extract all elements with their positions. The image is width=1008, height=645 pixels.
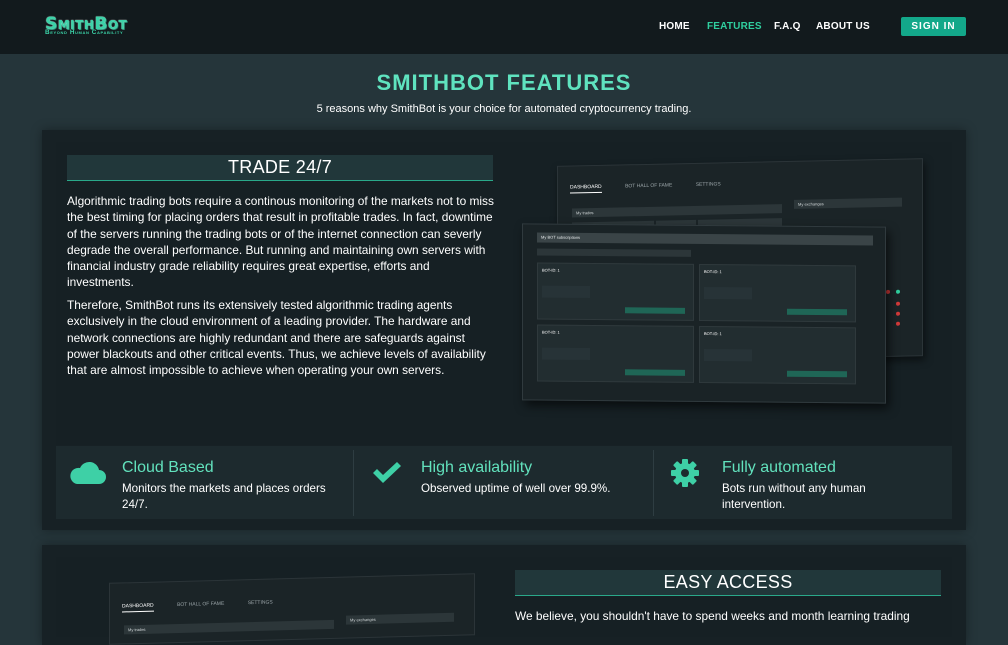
- feature-description: Monitors the markets and places orders 2…: [122, 482, 326, 511]
- top-navbar: SmithBot Beyond Human Capability HOME FE…: [0, 0, 1008, 54]
- dashboard-screenshot-front: My BOT subscriptions BOT-ID: 1 BOT-ID: 1…: [522, 223, 886, 404]
- nav-home[interactable]: HOME: [659, 21, 690, 32]
- mock-tab-hall-of-fame: BOT HALL OF FAME: [625, 182, 673, 190]
- mock-my-trades: My trades: [124, 619, 334, 635]
- smithbot-logo[interactable]: SmithBot Beyond Human Capability: [45, 14, 165, 40]
- gear-icon: [670, 458, 700, 493]
- mock-bot-stat: [542, 285, 590, 299]
- access-paragraph: We believe, you shouldn't have to spend …: [515, 609, 910, 623]
- mock-bot-id: BOT-ID: 1: [542, 329, 560, 335]
- access-heading: EASY ACCESS: [515, 570, 941, 596]
- mock-bot-card: BOT-ID: 1: [699, 263, 856, 323]
- mock-bot-card: BOT-ID: 1: [537, 324, 694, 383]
- cloud-icon: [69, 460, 107, 491]
- page-title: SMITHBOT FEATURES: [376, 70, 632, 95]
- mock-my-exchanges: My exchanges: [346, 612, 454, 625]
- mock-bot-stat: [542, 347, 590, 361]
- page-subtitle: 5 reasons why SmithBot is your choice fo…: [316, 103, 692, 115]
- mock-tab-hall-of-fame: BOT HALL OF FAME: [177, 600, 225, 609]
- mock-my-trades: My trades: [572, 204, 782, 218]
- mock-tab-settings: SETTINGS: [247, 599, 273, 607]
- feature-description: Bots run without any human intervention.: [722, 482, 866, 511]
- status-dot-red: [896, 301, 900, 306]
- mock-bot-card: BOT-ID: 1: [699, 325, 856, 385]
- checkmark-icon: [371, 461, 403, 490]
- mock-bot-action: [625, 307, 685, 314]
- nav-faq[interactable]: F.A.Q: [774, 21, 801, 32]
- feature-high-availability: High availability Observed uptime of wel…: [354, 446, 654, 519]
- feature-title: Cloud Based: [122, 459, 214, 476]
- feature-description: Observed uptime of well over 99.9%.: [421, 482, 611, 495]
- mock-bot-action: [625, 369, 685, 376]
- status-dot-red: [886, 289, 890, 294]
- status-dot-red: [896, 321, 900, 326]
- mock-tabs: DASHBOARD BOT HALL OF FAME SETTINGS: [570, 181, 743, 194]
- trade-paragraph-1: Algorithmic trading bots require a conti…: [67, 194, 494, 290]
- trade-paragraph-2: Therefore, SmithBot runs its extensively…: [67, 298, 486, 378]
- nav-about-us[interactable]: ABOUT US: [816, 21, 870, 32]
- status-dot-green: [896, 289, 900, 294]
- features-row: Cloud Based Monitors the markets and pla…: [56, 446, 952, 519]
- sign-in-button[interactable]: SIGN IN: [901, 17, 966, 36]
- status-dot-red: [896, 311, 900, 316]
- feature-title: Fully automated: [722, 459, 836, 476]
- mock-bot-stat: [704, 349, 752, 362]
- mock-search: [537, 248, 691, 257]
- feature-fully-automated: Fully automated Bots run without any hum…: [654, 446, 952, 519]
- mock-my-exchanges: My exchanges: [794, 197, 902, 209]
- trade-heading: TRADE 24/7: [67, 155, 493, 181]
- mock-bot-id: BOT-ID: 1: [542, 267, 560, 273]
- mock-subscriptions-header: My BOT subscriptions: [537, 232, 873, 246]
- mock-tab-dashboard: DASHBOARD: [122, 602, 154, 613]
- mock-tab-settings: SETTINGS: [695, 181, 721, 188]
- mock-bot-id: BOT-ID: 1: [704, 331, 722, 337]
- mock-bot-id: BOT-ID: 1: [704, 269, 722, 275]
- nav-features[interactable]: FEATURES: [707, 21, 762, 32]
- mock-bot-action: [787, 308, 847, 316]
- feature-title: High availability: [421, 459, 533, 476]
- dashboard-screenshot-2: DASHBOARD BOT HALL OF FAME SETTINGS My t…: [109, 573, 475, 645]
- logo-tagline: Beyond Human Capability: [45, 29, 124, 36]
- mock-bot-stat: [704, 287, 752, 300]
- feature-cloud-based: Cloud Based Monitors the markets and pla…: [56, 446, 354, 519]
- mock-bot-action: [787, 370, 847, 378]
- mock-tabs: DASHBOARD BOT HALL OF FAME SETTINGS: [122, 599, 295, 613]
- mock-tab-dashboard: DASHBOARD: [570, 183, 602, 194]
- mock-bot-card: BOT-ID: 1: [537, 262, 694, 321]
